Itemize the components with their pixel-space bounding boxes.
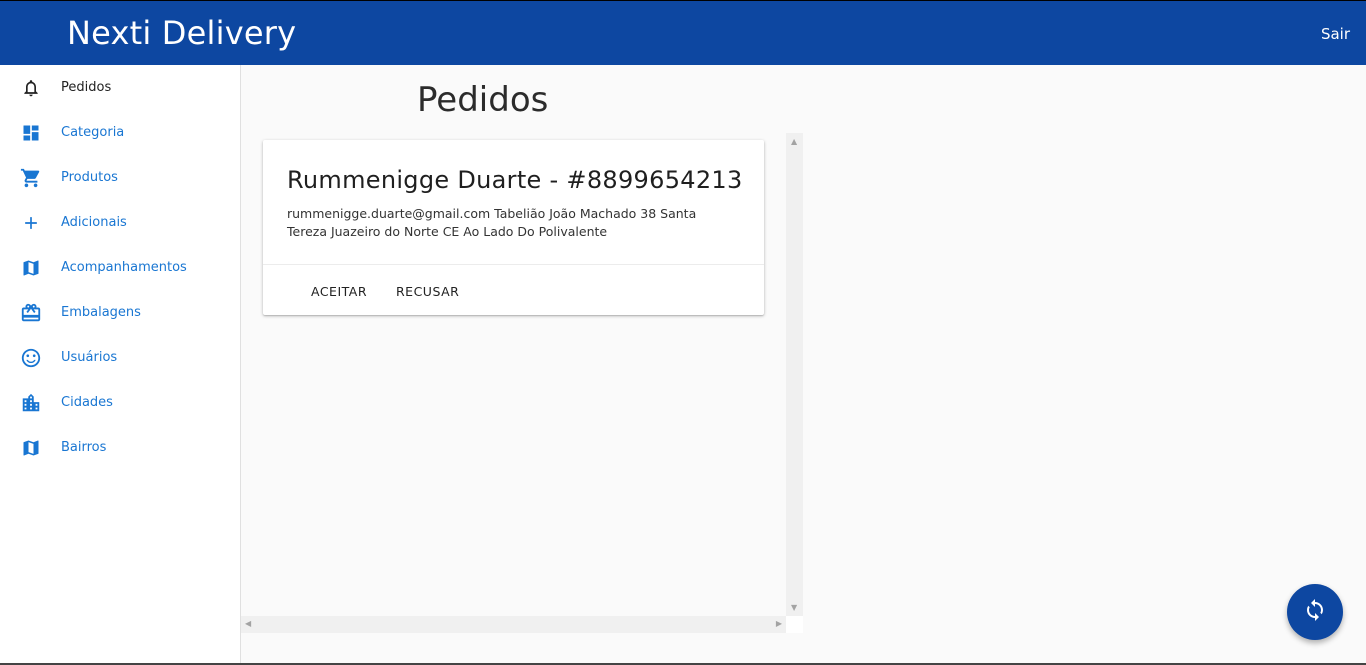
sidebar-item-label: Categoria (61, 125, 125, 140)
city-icon (20, 392, 42, 414)
sidebar-item-pedidos[interactable]: Pedidos (0, 65, 240, 110)
order-title: Rummenigge Duarte - #8899654213 (287, 166, 743, 194)
scroll-up-arrow-icon[interactable]: ▲ (791, 137, 797, 146)
map-icon (20, 257, 42, 279)
sidebar-item-label: Acompanhamentos (61, 260, 187, 275)
order-details: rummenigge.duarte@gmail.com Tabelião Joã… (287, 206, 697, 239)
sidebar-item-label: Pedidos (61, 80, 112, 95)
page-title: Pedidos (417, 80, 549, 120)
smiley-icon (20, 347, 42, 369)
refresh-button[interactable] (1287, 584, 1343, 640)
sidebar-item-produtos[interactable]: Produtos (0, 155, 240, 200)
bell-icon (20, 77, 42, 99)
sidebar-item-label: Produtos (61, 170, 118, 185)
sidebar-item-adicionais[interactable]: Adicionais (0, 200, 240, 245)
map-icon (20, 437, 42, 459)
accept-button[interactable]: ACEITAR (311, 277, 367, 305)
app-bar: Nexti Delivery Sair (0, 0, 1366, 65)
sidebar-item-categoria[interactable]: Categoria (0, 110, 240, 155)
refresh-icon (1303, 598, 1327, 626)
scroll-down-arrow-icon[interactable]: ▼ (791, 603, 797, 612)
sidebar-item-label: Embalagens (61, 305, 141, 320)
sidebar: Pedidos Categoria Produtos Adicionais Ac… (0, 65, 241, 665)
reject-button[interactable]: RECUSAR (396, 277, 459, 305)
order-card: Rummenigge Duarte - #8899654213 rummenig… (263, 140, 764, 315)
vertical-scrollbar[interactable]: ▲ ▼ (786, 133, 803, 616)
sidebar-item-label: Bairros (61, 440, 107, 455)
gift-box-icon (20, 302, 42, 324)
sidebar-item-label: Cidades (61, 395, 113, 410)
sidebar-item-label: Adicionais (61, 215, 127, 230)
card-divider (263, 264, 764, 265)
sidebar-item-cidades[interactable]: Cidades (0, 380, 240, 425)
dashboard-icon (20, 122, 42, 144)
scroll-right-arrow-icon[interactable]: ▶ (776, 619, 782, 628)
sidebar-item-embalagens[interactable]: Embalagens (0, 290, 240, 335)
sidebar-item-label: Usuários (61, 350, 118, 365)
sidebar-item-bairros[interactable]: Bairros (0, 425, 240, 470)
plus-icon (20, 212, 42, 234)
shopping-cart-icon (20, 167, 42, 189)
scroll-left-arrow-icon[interactable]: ◀ (245, 619, 251, 628)
sidebar-item-acompanhamentos[interactable]: Acompanhamentos (0, 245, 240, 290)
logout-button[interactable]: Sair (1321, 25, 1350, 43)
scrollbar-corner (786, 616, 803, 633)
app-title: Nexti Delivery (67, 14, 297, 52)
sidebar-item-usuarios[interactable]: Usuários (0, 335, 240, 380)
horizontal-scrollbar[interactable]: ◀ ▶ (241, 616, 786, 633)
